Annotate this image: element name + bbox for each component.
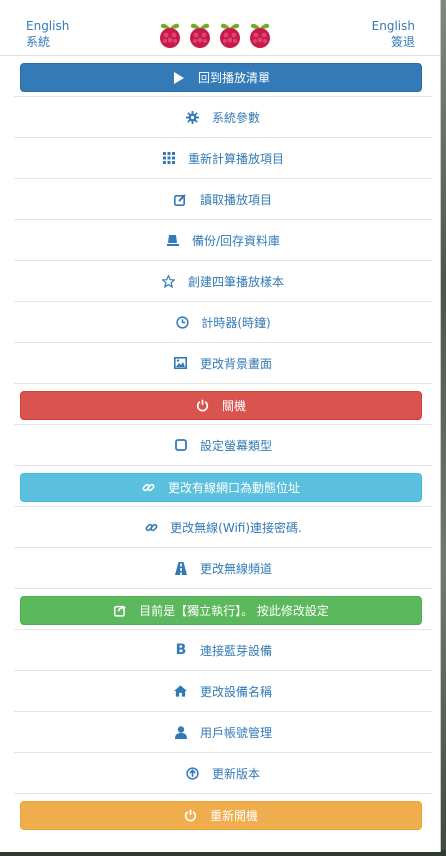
menu-label: 更改有線網口為動態位址 — [167, 481, 300, 495]
logout-link[interactable]: 簽退 — [372, 34, 415, 50]
header-right: English 簽退 — [372, 18, 415, 50]
gear-icon — [186, 110, 200, 124]
link-icon — [144, 520, 158, 534]
reboot-button[interactable]: 重新開機 — [20, 801, 422, 830]
raspberry-icon — [250, 23, 270, 48]
language-link-right[interactable]: English — [372, 18, 415, 34]
menu-row-playlist: 回到播放清單 — [14, 56, 432, 97]
language-link-left[interactable]: English — [26, 18, 69, 34]
read-items-link[interactable]: 讀取播放項目 — [14, 179, 432, 220]
menu-label: 讀取播放項目 — [199, 192, 272, 207]
menu-row-standalone: 目前是【獨立執行】。 按此修改設定 — [14, 589, 432, 630]
header-left: English 系統 — [26, 18, 69, 50]
wifi-channel-link[interactable]: 更改無線頻道 — [14, 548, 432, 589]
menu-row-dhcp: 更改有線網口為動態位址 — [14, 466, 432, 507]
system-link[interactable]: 系統 — [26, 34, 69, 50]
menu-label: 更改背景畫面 — [199, 356, 272, 371]
menu-label: 更新版本 — [211, 766, 260, 781]
shutdown-button[interactable]: 關機 — [20, 391, 422, 420]
picture-icon — [174, 356, 188, 370]
upload-icon — [186, 766, 200, 780]
menu-label: 計時器(時鐘) — [201, 315, 271, 330]
clock-icon — [175, 315, 189, 329]
header: English 系統 English 簽退 — [0, 0, 440, 56]
menu-label: 更改無線(Wifi)連接密碼. — [170, 520, 302, 535]
menu-label: 連接藍芽設備 — [199, 643, 272, 658]
share-icon — [113, 604, 127, 618]
bluetooth-link[interactable]: B 連接藍芽設備 — [14, 630, 432, 671]
road-icon — [174, 561, 188, 575]
menu-label: 重新開機 — [209, 809, 258, 823]
wifi-password-link[interactable]: 更改無線(Wifi)連接密碼. — [14, 507, 432, 548]
grid-icon — [162, 151, 176, 165]
menu-panel: English 系統 English 簽退 回到播放清單 系統參數 重新計算播放… — [0, 0, 441, 852]
menu-label: 回到播放清單 — [197, 71, 270, 85]
recalculate-items-link[interactable]: 重新計算播放項目 — [14, 138, 432, 179]
square-icon — [174, 438, 188, 452]
menu-label: 系統參數 — [211, 110, 260, 125]
menu-label: 關機 — [221, 399, 246, 413]
edit-icon — [174, 192, 188, 206]
link-icon — [142, 481, 156, 495]
menu-label: 用戶帳號管理 — [199, 725, 272, 740]
power-icon — [196, 399, 210, 413]
menu-label: 創建四筆播放樣本 — [187, 274, 284, 289]
raspberry-icon — [160, 23, 180, 48]
star-icon — [162, 274, 176, 288]
raspberry-icon — [220, 23, 240, 48]
raspberry-icon — [190, 23, 210, 48]
backup-restore-link[interactable]: 備份/回存資料庫 — [14, 220, 432, 261]
menu-list: 回到播放清單 系統參數 重新計算播放項目 讀取播放項目 備份/回存資料庫 創建四… — [14, 56, 432, 834]
power-icon — [184, 809, 198, 823]
wired-dhcp-button[interactable]: 更改有線網口為動態位址 — [20, 473, 422, 502]
menu-label: 目前是【獨立執行】。 按此修改設定 — [139, 604, 329, 618]
bold-b-icon: B — [175, 642, 187, 658]
database-icon — [166, 233, 180, 247]
back-to-playlist-button[interactable]: 回到播放清單 — [20, 63, 422, 92]
play-icon — [172, 71, 186, 85]
menu-row-reboot: 重新開機 — [14, 794, 432, 834]
timer-link[interactable]: 計時器(時鐘) — [14, 302, 432, 343]
menu-row-shutdown: 關機 — [14, 384, 432, 425]
user-icon — [174, 725, 188, 739]
screen-type-link[interactable]: 設定螢幕類型 — [14, 425, 432, 466]
create-samples-link[interactable]: 創建四筆播放樣本 — [14, 261, 432, 302]
system-parameters-link[interactable]: 系統參數 — [14, 97, 432, 138]
menu-label: 更改無線頻道 — [199, 561, 272, 576]
raspberry-pi-logo — [157, 19, 273, 49]
update-version-link[interactable]: 更新版本 — [14, 753, 432, 794]
home-icon — [174, 684, 188, 698]
device-name-link[interactable]: 更改設備名稱 — [14, 671, 432, 712]
menu-label: 重新計算播放項目 — [187, 151, 284, 166]
menu-label: 備份/回存資料庫 — [191, 233, 281, 248]
user-accounts-link[interactable]: 用戶帳號管理 — [14, 712, 432, 753]
standalone-mode-button[interactable]: 目前是【獨立執行】。 按此修改設定 — [20, 596, 422, 625]
menu-label: 設定螢幕類型 — [199, 438, 272, 453]
change-background-link[interactable]: 更改背景畫面 — [14, 343, 432, 384]
menu-label: 更改設備名稱 — [199, 684, 272, 699]
